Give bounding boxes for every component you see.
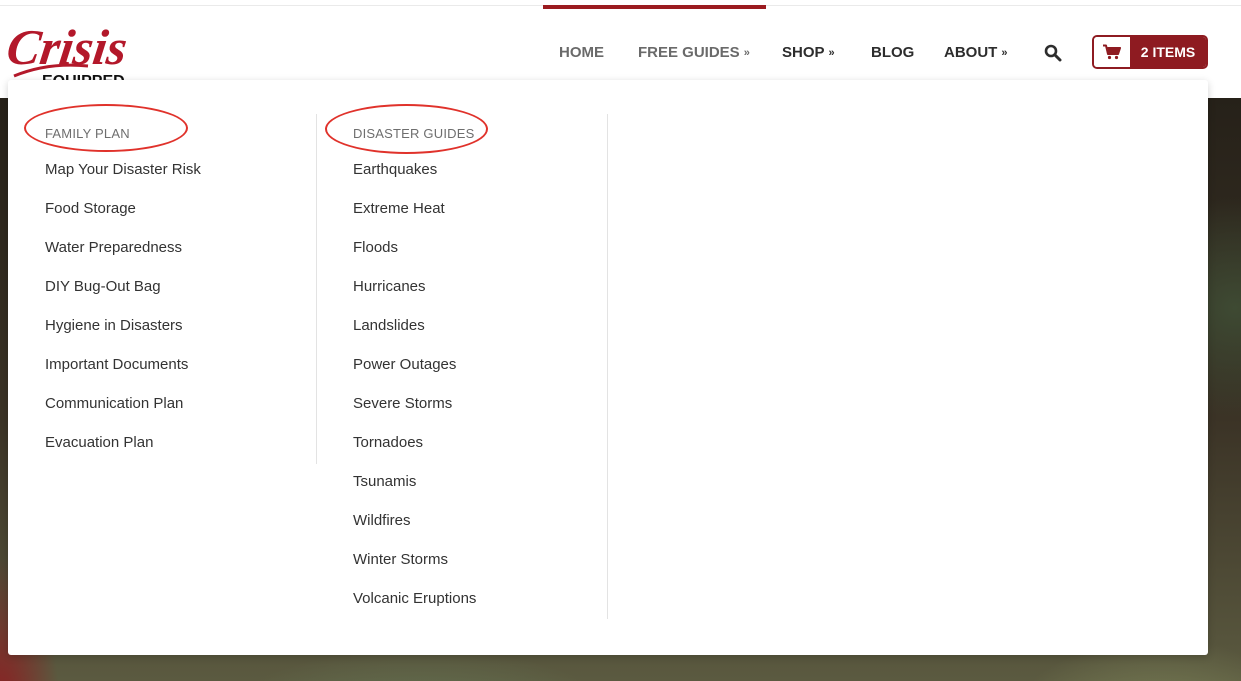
- nav-home-label: HOME: [559, 44, 604, 61]
- family-plan-column: FAMILY PLAN Map Your Disaster Risk Food S…: [8, 114, 317, 464]
- family-plan-link[interactable]: DIY Bug-Out Bag: [45, 277, 201, 316]
- disaster-guides-link[interactable]: Wildfires: [353, 511, 476, 550]
- nav-blog[interactable]: BLOG: [871, 43, 914, 63]
- disaster-guides-link[interactable]: Tsunamis: [353, 472, 476, 511]
- disaster-guides-link[interactable]: Volcanic Eruptions: [353, 589, 476, 628]
- disaster-guides-link[interactable]: Severe Storms: [353, 394, 476, 433]
- family-plan-link[interactable]: Hygiene in Disasters: [45, 316, 201, 355]
- nav-about[interactable]: ABOUT»: [944, 43, 1007, 63]
- disaster-guides-link[interactable]: Floods: [353, 238, 476, 277]
- disaster-guides-link[interactable]: Landslides: [353, 316, 476, 355]
- annotation-circle-family-plan: [24, 104, 188, 152]
- nav-active-indicator: [543, 5, 766, 9]
- family-plan-link[interactable]: Important Documents: [45, 355, 201, 394]
- nav-free-guides-label: FREE GUIDES: [638, 44, 740, 61]
- disaster-guides-link[interactable]: Winter Storms: [353, 550, 476, 589]
- annotation-circle-disaster-guides: [325, 104, 488, 154]
- family-plan-link[interactable]: Food Storage: [45, 199, 201, 238]
- chevron-down-icon: »: [828, 47, 835, 59]
- family-plan-links: Map Your Disaster Risk Food Storage Water …: [45, 160, 201, 472]
- family-plan-link[interactable]: Communication Plan: [45, 394, 201, 433]
- disaster-guides-link[interactable]: Hurricanes: [353, 277, 476, 316]
- disaster-guides-link[interactable]: Power Outages: [353, 355, 476, 394]
- disaster-guides-links: Earthquakes Extreme Heat Floods Hurricanes L…: [353, 160, 476, 628]
- family-plan-link[interactable]: Map Your Disaster Risk: [45, 160, 201, 199]
- nav-free-guides[interactable]: FREE GUIDES»: [638, 43, 750, 63]
- nav-blog-label: BLOG: [871, 44, 915, 61]
- disaster-guides-link[interactable]: Tornadoes: [353, 433, 476, 472]
- chevron-down-icon: »: [1001, 47, 1008, 59]
- nav-home[interactable]: HOME: [559, 43, 604, 63]
- crisis-equipped-logo[interactable]: Crisis EQUIPPED: [3, 14, 178, 90]
- logo-mark: Crisis EQUIPPED: [3, 19, 130, 90]
- cart-button[interactable]: 2 ITEMS: [1092, 35, 1208, 69]
- disaster-guides-link[interactable]: Earthquakes: [353, 160, 476, 199]
- disaster-guides-link[interactable]: Extreme Heat: [353, 199, 476, 238]
- nav-about-label: ABOUT: [944, 44, 998, 61]
- cart-item-count: 2 ITEMS: [1130, 37, 1206, 67]
- free-guides-dropdown: FAMILY PLAN Map Your Disaster Risk Food S…: [8, 80, 1208, 655]
- nav-shop-label: SHOP: [782, 44, 825, 61]
- family-plan-link[interactable]: Evacuation Plan: [45, 433, 201, 472]
- chevron-down-icon: »: [743, 47, 750, 59]
- search-icon[interactable]: [1044, 44, 1062, 62]
- nav-shop[interactable]: SHOP»: [782, 43, 835, 63]
- disaster-guides-column: DISASTER GUIDES Earthquakes Extreme Heat F…: [316, 114, 608, 619]
- cart-icon: [1094, 37, 1130, 67]
- family-plan-link[interactable]: Water Preparedness: [45, 238, 201, 277]
